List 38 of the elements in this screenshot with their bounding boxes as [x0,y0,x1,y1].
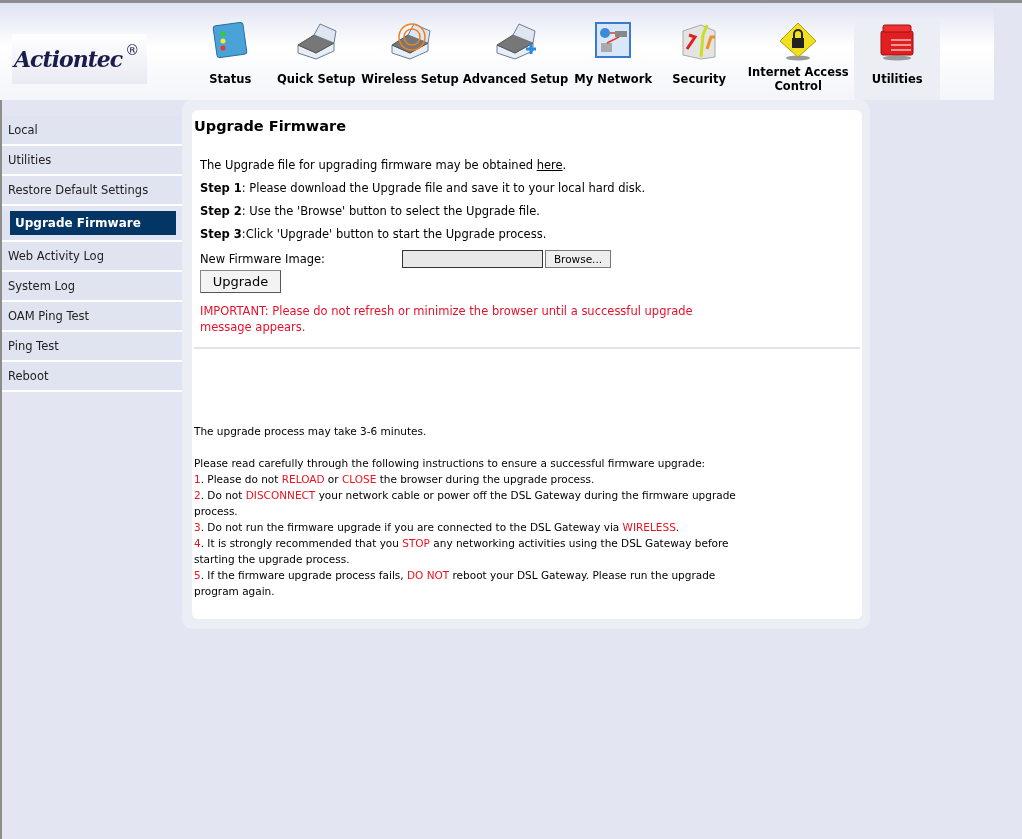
field-label: New Firmware Image: [200,252,326,266]
nav-tab[interactable]: Wireless Setup [359,18,461,100]
wireless-router-icon [388,21,432,61]
sidebar-item[interactable]: OAM Ping Test [2,302,182,330]
page-title: Upgrade Firmware [194,118,348,134]
step-text: Step 2: Use the 'Browse' button to select the Upgrade file. [200,204,541,218]
nav-tab[interactable]: My Network [570,18,657,100]
nav-tab[interactable]: Internet Access Control [742,18,855,100]
here-link[interactable]: here [536,158,563,172]
sidebar-item[interactable]: Local [2,116,182,144]
instruction-text: 4. It is strongly recommended that you STOP any networking activities using the DSL Gateway before starting the upgrade process. [194,536,730,567]
sidebar-item[interactable]: Reboot [2,362,182,390]
browse-button[interactable]: Browse... [545,250,611,268]
router-plus-icon [493,21,538,61]
duration-note: The upgrade process may take 3-6 minutes. [194,424,428,439]
actiontec-logo: Actiontec® [12,34,148,84]
router-box-icon [294,21,339,61]
nav-tab[interactable]: Status [187,18,274,100]
nav-tab[interactable]: Advanced Setup [460,18,571,100]
sidebar-item[interactable]: Web Activity Log [2,242,182,270]
step-text: Step 1: Please download the Upgrade file and save it to your local hard disk. [200,181,647,195]
sidebar-item[interactable]: Ping Test [2,332,182,360]
instruction-text: 2. Do not DISCONNECT your network cable or power off the DSL Gateway during the firmware upgrade process. [194,488,737,519]
warning-text: IMPORTANT: Please do not refresh or minimize the browser until a successful upgrade message appears. [200,303,694,335]
instruction-text: 1. Please do not RELOAD or CLOSE the browser during the upgrade process. [194,472,596,487]
sidebar-item[interactable]: System Log [2,272,182,300]
instruction-text: 5. If the firmware upgrade process fails, DO NOT reboot your DSL Gateway. Please run the upgrade program again. [194,568,717,599]
intro-text: The Upgrade file for upgrading firmware may be obtained here. [200,158,568,172]
sidebar-item[interactable]: Utilities [2,146,182,174]
sidebar-item[interactable]: Upgrade Firmware [10,211,176,235]
file-path-field[interactable] [402,250,543,268]
upgrade-button[interactable]: Upgrade [200,270,281,293]
sidebar-item[interactable]: Restore Default Settings [2,176,182,204]
nav-tab[interactable]: Security [656,18,743,100]
step-text: Step 3:Click 'Upgrade' button to start the Upgrade process. [200,227,548,241]
instructions-intro: Please read carefully through the following instructions to ensure a successful firmware upgrade: [194,456,707,471]
instruction-text: 3. Do not run the firmware upgrade if you are connected to the DSL Gateway via WIRELESS. [194,520,681,535]
nav-tab[interactable]: Quick Setup [273,18,360,100]
